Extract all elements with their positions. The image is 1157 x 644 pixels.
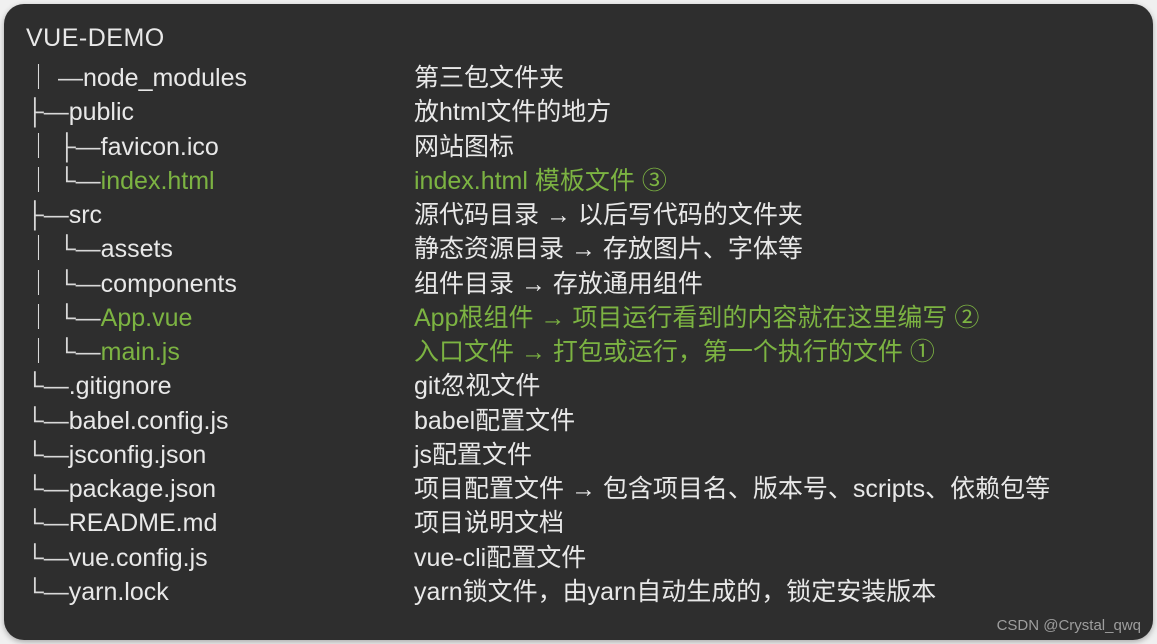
tree-description: App根组件 → 项目运行看到的内容就在这里编写 ② bbox=[414, 301, 979, 335]
tree-filename: package.json bbox=[69, 472, 216, 506]
tree-filename: main.js bbox=[101, 335, 180, 369]
tree-filename: jsconfig.json bbox=[69, 438, 207, 472]
tree-filename: favicon.ico bbox=[101, 130, 219, 164]
tree-description: 入口文件 → 打包或运行，第一个执行的文件 ① bbox=[414, 335, 935, 369]
tree-prefix: └— bbox=[26, 472, 69, 506]
tree-prefix: ｜ └— bbox=[26, 232, 101, 266]
tree-prefix: ｜ └— bbox=[26, 164, 101, 198]
tree-description: 网站图标 bbox=[414, 130, 514, 164]
tree-description: js配置文件 bbox=[414, 438, 532, 472]
tree-prefix: └— bbox=[26, 506, 69, 540]
directory-tree-panel: VUE-DEMO ｜ —node_modules第三包文件夹├—public放h… bbox=[4, 4, 1153, 640]
tree-row: ｜ —node_modules 第三包文件夹 bbox=[26, 61, 1131, 95]
tree-list: ｜ —node_modules第三包文件夹├—public放html文件的地方｜… bbox=[26, 61, 1131, 609]
tree-row: └—jsconfig.json js配置文件 bbox=[26, 438, 1131, 472]
tree-filename: babel.config.js bbox=[69, 404, 229, 438]
tree-description: 静态资源目录 → 存放图片、字体等 bbox=[414, 232, 803, 266]
tree-row: ├—public 放html文件的地方 bbox=[26, 95, 1131, 129]
tree-description: yarn锁文件，由yarn自动生成的，锁定安装版本 bbox=[414, 575, 936, 609]
tree-row: ｜ └—index.html index.html 模板文件 ③ bbox=[26, 164, 1131, 198]
tree-description: 组件目录 → 存放通用组件 bbox=[414, 267, 703, 301]
tree-prefix: ｜ — bbox=[26, 61, 83, 95]
tree-prefix: ｜ └— bbox=[26, 301, 101, 335]
tree-description: 项目说明文档 bbox=[414, 506, 564, 540]
tree-row: └—babel.config.js babel配置文件 bbox=[26, 404, 1131, 438]
tree-prefix: └— bbox=[26, 438, 69, 472]
tree-row: ｜ └—main.js 入口文件 → 打包或运行，第一个执行的文件 ① bbox=[26, 335, 1131, 369]
tree-prefix: └— bbox=[26, 541, 69, 575]
tree-prefix: ｜ └— bbox=[26, 335, 101, 369]
tree-filename: assets bbox=[101, 232, 173, 266]
tree-filename: node_modules bbox=[83, 61, 247, 95]
tree-row: ｜ ├—favicon.ico 网站图标 bbox=[26, 130, 1131, 164]
tree-row: └—.gitignore git忽视文件 bbox=[26, 369, 1131, 403]
tree-row: ｜ └—App.vue App根组件 → 项目运行看到的内容就在这里编写 ② bbox=[26, 301, 1131, 335]
tree-row: └—README.md 项目说明文档 bbox=[26, 506, 1131, 540]
tree-row: └—yarn.lock yarn锁文件，由yarn自动生成的，锁定安装版本 bbox=[26, 575, 1131, 609]
panel-title: VUE-DEMO bbox=[26, 24, 1131, 53]
tree-description: index.html 模板文件 ③ bbox=[414, 164, 667, 198]
tree-filename: src bbox=[69, 198, 102, 232]
tree-row: └—vue.config.js vue-cli配置文件 bbox=[26, 541, 1131, 575]
tree-prefix: ｜ ├— bbox=[26, 130, 101, 164]
tree-filename: vue.config.js bbox=[69, 541, 208, 575]
tree-prefix: └— bbox=[26, 575, 69, 609]
tree-description: 源代码目录 → 以后写代码的文件夹 bbox=[414, 198, 803, 232]
attribution-text: CSDN @Crystal_qwq bbox=[997, 617, 1141, 634]
tree-prefix: ｜ └— bbox=[26, 267, 101, 301]
tree-filename: README.md bbox=[69, 506, 218, 540]
tree-description: git忽视文件 bbox=[414, 369, 540, 403]
tree-filename: public bbox=[69, 95, 134, 129]
tree-description: 项目配置文件 → 包含项目名、版本号、scripts、依赖包等 bbox=[414, 472, 1050, 506]
tree-description: vue-cli配置文件 bbox=[414, 541, 586, 575]
tree-filename: .gitignore bbox=[69, 369, 172, 403]
tree-description: 第三包文件夹 bbox=[414, 61, 564, 95]
tree-filename: yarn.lock bbox=[69, 575, 169, 609]
tree-filename: App.vue bbox=[101, 301, 193, 335]
tree-description: 放html文件的地方 bbox=[414, 95, 611, 129]
tree-row: ├—src 源代码目录 → 以后写代码的文件夹 bbox=[26, 198, 1131, 232]
tree-prefix: ├— bbox=[26, 95, 69, 129]
tree-filename: components bbox=[101, 267, 237, 301]
tree-filename: index.html bbox=[101, 164, 215, 198]
tree-prefix: └— bbox=[26, 369, 69, 403]
tree-row: ｜ └—components 组件目录 → 存放通用组件 bbox=[26, 267, 1131, 301]
tree-prefix: └— bbox=[26, 404, 69, 438]
tree-row: └—package.json 项目配置文件 → 包含项目名、版本号、scripts… bbox=[26, 472, 1131, 506]
tree-prefix: ├— bbox=[26, 198, 69, 232]
tree-row: ｜ └—assets 静态资源目录 → 存放图片、字体等 bbox=[26, 232, 1131, 266]
tree-description: babel配置文件 bbox=[414, 404, 575, 438]
